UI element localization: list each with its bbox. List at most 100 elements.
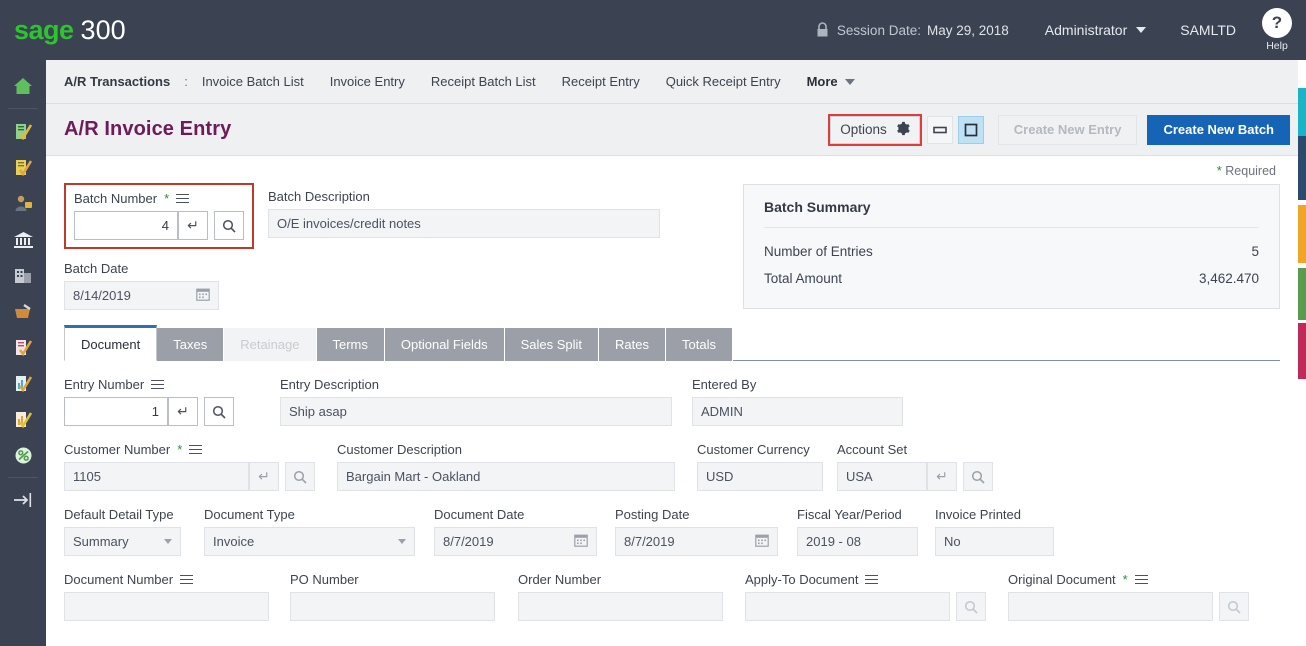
strip-segment-magenta[interactable]: [1298, 323, 1306, 379]
entry-number-enter-icon[interactable]: ↵: [168, 397, 198, 426]
calendar-icon[interactable]: [196, 287, 210, 304]
account-set-input[interactable]: USA: [837, 462, 927, 491]
batch-number-search-icon[interactable]: [214, 211, 244, 240]
create-new-batch-button[interactable]: Create New Batch: [1147, 114, 1290, 145]
sidebar-item-payroll[interactable]: [0, 185, 46, 221]
customer-number-menu-icon[interactable]: [189, 444, 203, 455]
maximize-view-icon[interactable]: [957, 115, 984, 144]
document-date-field: Document Date 8/7/2019: [434, 507, 597, 556]
top-header-bar: sage 300 Session Date: May 29, 2018 Admi…: [0, 0, 1306, 60]
question-mark-icon: ?: [1262, 8, 1292, 38]
sidebar-divider-bottom: [8, 477, 38, 478]
customer-number-label-row: Customer Number *: [64, 442, 315, 457]
apply-to-document-input[interactable]: [745, 592, 950, 621]
tab-taxes[interactable]: Taxes: [157, 328, 225, 361]
original-document-menu-icon[interactable]: [1134, 574, 1148, 585]
customer-number-enter-icon[interactable]: ↵: [249, 462, 279, 491]
calendar-icon[interactable]: [755, 533, 769, 550]
summary-value-total: 3,462.470: [1198, 271, 1259, 286]
breadcrumb-separator: :: [184, 74, 188, 89]
customer-number-input[interactable]: 1105: [64, 462, 249, 491]
sidebar-item-home[interactable]: [0, 68, 46, 104]
batch-number-enter-icon[interactable]: ↵: [178, 211, 208, 240]
default-detail-type-value: Summary: [73, 534, 129, 549]
apply-to-document-label: Apply-To Document: [745, 572, 859, 587]
po-number-input[interactable]: [290, 592, 495, 621]
batch-date-value: 8/14/2019: [73, 288, 131, 303]
original-document-input[interactable]: [1008, 592, 1213, 621]
sidebar-item-general-ledger[interactable]: [0, 113, 46, 149]
tab-terms[interactable]: Terms: [316, 328, 385, 361]
entry-number-input[interactable]: 1: [64, 397, 168, 426]
apply-to-document-search-icon[interactable]: [956, 592, 986, 621]
entry-number-menu-icon[interactable]: [151, 379, 165, 390]
nav-link-invoice-entry[interactable]: Invoice Entry: [330, 74, 405, 89]
sidebar-item-purchase-orders[interactable]: [0, 293, 46, 329]
strip-segment-navy[interactable]: [1298, 136, 1306, 200]
sidebar-item-bank-services[interactable]: [0, 221, 46, 257]
customer-description-label: Customer Description: [337, 442, 462, 457]
entry-description-input[interactable]: Ship asap: [280, 397, 672, 426]
sidebar-item-accounts-payable[interactable]: [0, 149, 46, 185]
tab-sales-split[interactable]: Sales Split: [504, 328, 600, 361]
order-number-input[interactable]: [518, 592, 723, 621]
customer-number-required-asterisk: *: [177, 442, 183, 457]
options-highlight-border: Options: [828, 113, 922, 146]
posting-date-value: 8/7/2019: [624, 534, 675, 549]
account-set-enter-icon[interactable]: ↵: [927, 462, 957, 491]
apply-to-document-label-row: Apply-To Document: [745, 572, 986, 587]
sidebar-collapse-toggle[interactable]: [0, 482, 46, 518]
original-document-required-asterisk: *: [1122, 572, 1128, 587]
strip-segment-cyan[interactable]: [1298, 88, 1306, 136]
batch-summary-title: Batch Summary: [764, 199, 871, 215]
document-number-input[interactable]: [64, 592, 269, 621]
sidebar-item-order-entry[interactable]: [0, 329, 46, 365]
batch-description-input[interactable]: O/E invoices/credit notes: [268, 209, 660, 238]
posting-date-input[interactable]: 8/7/2019: [615, 527, 778, 556]
nav-link-receipt-entry[interactable]: Receipt Entry: [562, 74, 640, 89]
minimize-view-icon[interactable]: [926, 115, 953, 144]
sidebar-item-tax-services[interactable]: [0, 437, 46, 473]
sage300-logo[interactable]: sage 300: [14, 15, 126, 46]
po-number-field: PO Number: [290, 572, 495, 621]
tab-totals[interactable]: Totals: [666, 328, 733, 361]
help-button[interactable]: ? Help: [1262, 8, 1292, 52]
entry-number-control: 1 ↵: [64, 397, 234, 426]
tab-document[interactable]: Document: [64, 325, 158, 361]
tab-rates[interactable]: Rates: [599, 328, 666, 361]
fiscal-period-input[interactable]: 2019 - 08: [797, 527, 918, 556]
sidebar-item-reports[interactable]: [0, 401, 46, 437]
session-date-label: Session Date:: [836, 22, 921, 38]
batch-number-menu-icon[interactable]: [176, 193, 190, 204]
batch-number-required-asterisk: *: [164, 191, 170, 206]
fiscal-period-field: Fiscal Year/Period 2019 - 08: [797, 507, 918, 556]
default-detail-type-select[interactable]: Summary: [64, 527, 181, 556]
options-button[interactable]: Options: [830, 115, 920, 144]
document-number-menu-icon[interactable]: [180, 574, 194, 585]
options-button-label: Options: [840, 122, 887, 137]
calendar-icon[interactable]: [574, 533, 588, 550]
chevron-down-icon: [398, 539, 406, 544]
document-type-select[interactable]: Invoice: [204, 527, 415, 556]
customer-description-input[interactable]: Bargain Mart - Oakland: [337, 462, 675, 491]
batch-date-input[interactable]: 8/14/2019: [64, 281, 219, 310]
entry-number-search-icon[interactable]: [204, 397, 234, 426]
nav-link-quick-receipt-entry[interactable]: Quick Receipt Entry: [666, 74, 781, 89]
po-number-label: PO Number: [290, 572, 359, 587]
sidebar-item-company[interactable]: [0, 257, 46, 293]
user-menu[interactable]: Administrator: [1045, 22, 1147, 38]
batch-number-input[interactable]: 4: [74, 211, 178, 240]
original-document-search-icon[interactable]: [1219, 592, 1249, 621]
apply-to-document-menu-icon[interactable]: [865, 574, 879, 585]
sidebar-item-inventory-control[interactable]: [0, 365, 46, 401]
account-set-search-icon[interactable]: [963, 462, 993, 491]
strip-segment-orange[interactable]: [1298, 205, 1306, 263]
tab-optional-fields[interactable]: Optional Fields: [384, 328, 505, 361]
strip-segment-green[interactable]: [1298, 268, 1306, 320]
nav-more-menu[interactable]: More: [807, 74, 855, 89]
document-date-input[interactable]: 8/7/2019: [434, 527, 597, 556]
header-right-group: Session Date: May 29, 2018 Administrator…: [816, 0, 1306, 60]
customer-number-search-icon[interactable]: [285, 462, 315, 491]
nav-link-invoice-batch-list[interactable]: Invoice Batch List: [202, 74, 304, 89]
nav-link-receipt-batch-list[interactable]: Receipt Batch List: [431, 74, 536, 89]
